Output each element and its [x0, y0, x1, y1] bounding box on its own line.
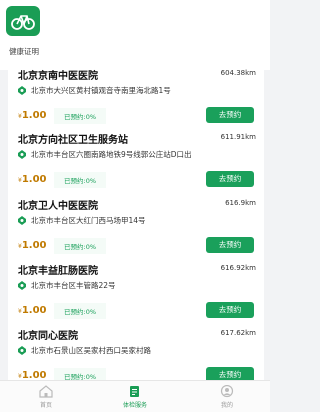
- clipboard-icon: [130, 386, 139, 397]
- hospital-name: 北京丰益肛肠医院: [18, 266, 98, 277]
- book-button[interactable]: 去预约: [206, 171, 254, 187]
- distance: 616.9km: [225, 199, 256, 207]
- hospital-name: 北京同心医院: [18, 331, 78, 342]
- hospital-name: 北京京南中医医院: [18, 71, 98, 82]
- tab-mine[interactable]: 我的: [197, 381, 257, 412]
- distance: 611.91km: [220, 133, 256, 141]
- user-icon: [220, 385, 234, 398]
- book-button[interactable]: 去预约: [206, 302, 254, 318]
- hospital-name: 北京方向社区卫生服务站: [18, 135, 128, 146]
- booked-rate: 已预约:0%: [54, 108, 107, 124]
- section-title: 健康证明: [9, 47, 39, 56]
- bottom-tab-bar: 首页 体检服务 我的: [0, 380, 270, 412]
- hospital-address: 北京市丰台区六圈南路地铁9号线郭公庄站D口出: [31, 150, 192, 159]
- hospital-address: 北京市大兴区黄村镇观音寺南里海北路1号: [31, 86, 171, 95]
- bicycle-icon: [6, 6, 40, 36]
- distance: 617.62km: [220, 329, 256, 337]
- price: ¥1.00: [18, 240, 47, 251]
- book-button[interactable]: 去预约: [206, 107, 254, 123]
- price: ¥1.00: [18, 305, 47, 316]
- tab-home[interactable]: 首页: [16, 381, 76, 412]
- book-button[interactable]: 去预约: [206, 237, 254, 253]
- location-pin-icon: [18, 150, 26, 159]
- booked-rate: 已预约:0%: [54, 172, 107, 188]
- tab-label: 首页: [39, 402, 52, 409]
- distance: 616.92km: [220, 264, 256, 272]
- location-pin-icon: [18, 346, 26, 355]
- distance: 604.38km: [220, 69, 256, 77]
- home-icon: [39, 385, 53, 398]
- price: ¥1.00: [18, 110, 47, 121]
- app-header: 健康证明: [0, 0, 270, 70]
- location-pin-icon: [18, 86, 26, 95]
- hospital-address: 北京市丰台区丰管路22号: [31, 281, 116, 290]
- location-pin-icon: [18, 281, 26, 290]
- booked-rate: 已预约:0%: [54, 303, 107, 319]
- hospital-address: 北京市丰台区大红门西马场甲14号: [31, 216, 146, 225]
- hospital-name: 北京卫人中医医院: [18, 201, 98, 212]
- hospital-address: 北京市石景山区吴家村西口吴家村路: [31, 346, 151, 355]
- tab-label: 体检服务: [122, 402, 147, 409]
- location-pin-icon: [18, 216, 26, 225]
- booked-rate: 已预约:0%: [54, 238, 107, 254]
- tab-checkup-service[interactable]: 体检服务: [105, 381, 165, 412]
- price: ¥1.00: [18, 174, 47, 185]
- tab-label: 我的: [220, 402, 233, 409]
